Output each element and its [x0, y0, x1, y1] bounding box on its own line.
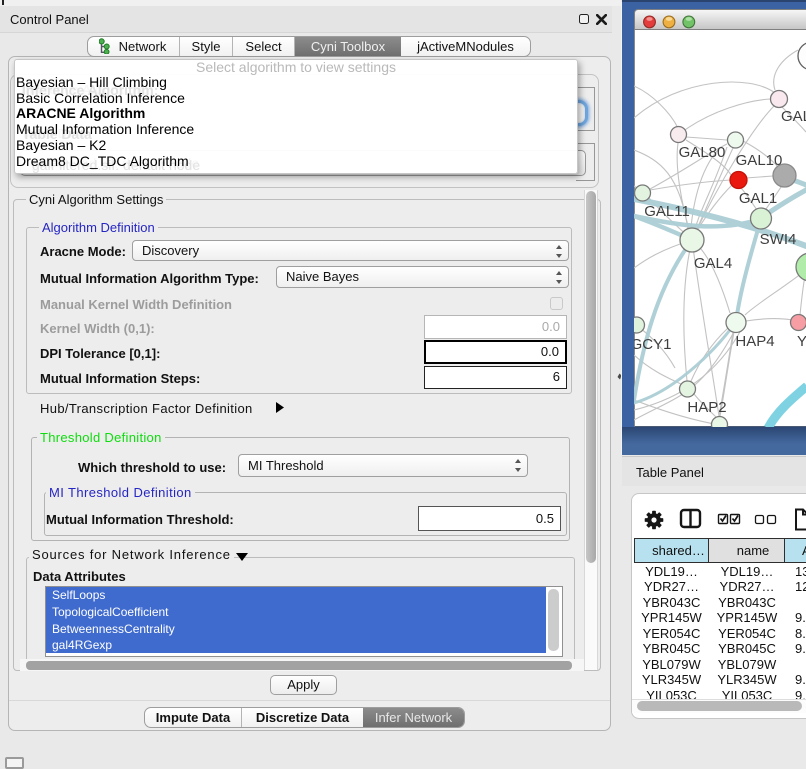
svg-text:SWI4: SWI4 — [760, 231, 797, 248]
svg-text:YJR048W: YJR048W — [797, 333, 806, 350]
svg-text:GAL80: GAL80 — [679, 144, 726, 161]
svg-text:GAL2: GAL2 — [781, 108, 806, 125]
svg-text:GCY1: GCY1 — [634, 336, 671, 353]
svg-text:HAP2: HAP2 — [687, 399, 726, 416]
svg-text:HAP4: HAP4 — [735, 333, 774, 350]
svg-text:GAL10: GAL10 — [736, 152, 783, 169]
svg-text:GAL1: GAL1 — [739, 190, 777, 207]
svg-text:GAL11: GAL11 — [644, 203, 690, 220]
svg-text:GAL4: GAL4 — [694, 255, 732, 272]
